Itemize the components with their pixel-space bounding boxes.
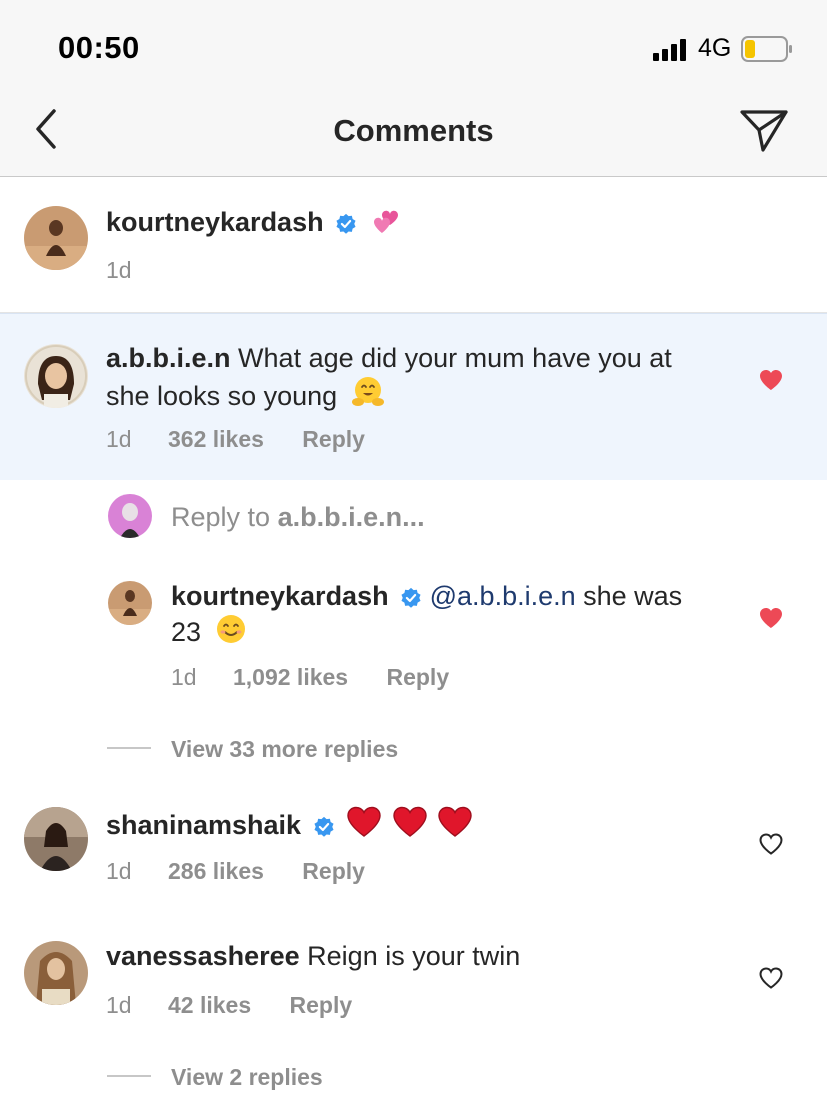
reply-text-line2: 23 [171, 617, 202, 647]
avatar[interactable] [24, 807, 88, 871]
verified-badge-icon [314, 816, 334, 837]
comment-time: 1d [106, 426, 132, 452]
comment-text-line1: What age did your mum have you at [238, 343, 672, 373]
reply-meta: 1d 1,092 likes Reply [171, 664, 449, 691]
battery-icon [741, 36, 792, 62]
comment-body: Reign is your twin [307, 941, 521, 971]
comment-text: shaninamshaik [106, 806, 473, 842]
comment-username[interactable]: shaninamshaik [106, 810, 301, 840]
reply-text-line: 23 [171, 613, 247, 649]
comment-time: 1d [106, 992, 132, 1018]
reply-to-target: a.b.b.i.e.n... [277, 502, 425, 532]
view-more-replies-link[interactable]: View 33 more replies [171, 736, 398, 762]
comment-username[interactable]: a.b.b.i.e.n [106, 343, 231, 373]
status-time: 00:50 [58, 30, 140, 65]
view-more-replies-row[interactable]: View 33 more replies [107, 736, 398, 763]
network-type: 4G [698, 34, 732, 62]
caption-text: kourtneykardash [106, 205, 403, 239]
reply-time: 1d [171, 664, 197, 690]
like-count[interactable]: 286 likes [168, 858, 264, 884]
red-heart-emoji-icon [438, 806, 472, 837]
reply-button[interactable]: Reply [302, 426, 365, 452]
heart-filled-icon[interactable] [758, 368, 784, 392]
red-heart-emoji-icon [347, 806, 381, 837]
reply-text: kourtneykardash @a.b.b.i.e.n she was [171, 580, 682, 613]
comment-meta: 1d 362 likes Reply [106, 426, 365, 453]
reply-to-prompt[interactable]: Reply to a.b.b.i.e.n... [171, 501, 425, 534]
comment-username[interactable]: vanessasheree [106, 941, 300, 971]
comment-text: a.b.b.i.e.n What age did your mum have y… [106, 342, 672, 375]
comment-text: vanessasheree Reign is your twin [106, 940, 520, 973]
avatar[interactable] [108, 581, 152, 625]
hugging-face-emoji-icon [351, 377, 384, 406]
view-replies-link[interactable]: View 2 replies [171, 1064, 323, 1090]
signal-icon [653, 39, 686, 61]
caption-time: 1d [106, 257, 132, 283]
avatar[interactable] [24, 206, 88, 270]
avatar[interactable] [24, 941, 88, 1005]
reply-button[interactable]: Reply [386, 664, 449, 690]
verified-badge-icon [401, 587, 421, 608]
view-replies-row[interactable]: View 2 replies [107, 1064, 323, 1091]
reply-username[interactable]: kourtneykardash [171, 581, 389, 611]
reply-text-line1: she was [575, 581, 683, 611]
red-heart-emoji-icon [392, 806, 427, 837]
comment-meta: 1d 286 likes Reply [106, 858, 365, 885]
like-count[interactable]: 42 likes [168, 992, 251, 1018]
caption-username[interactable]: kourtneykardash [106, 207, 324, 237]
comment-time: 1d [106, 858, 132, 884]
heart-filled-icon[interactable] [758, 606, 784, 630]
heart-outline-icon[interactable] [758, 832, 784, 856]
avatar [108, 494, 152, 538]
direct-send-icon[interactable] [738, 106, 790, 154]
reply-button[interactable]: Reply [302, 858, 365, 884]
comment-text-line2: she looks so young [106, 381, 338, 411]
comment-text-line: she looks so young [106, 375, 385, 413]
smiling-face-emoji-icon [216, 615, 245, 643]
comment-meta: 1d 42 likes Reply [106, 992, 352, 1019]
divider [107, 1075, 151, 1077]
reply-to-prefix: Reply to [171, 502, 278, 532]
verified-badge-icon [336, 213, 356, 234]
reply-button[interactable]: Reply [290, 992, 353, 1018]
page-title: Comments [333, 113, 494, 148]
mention-link[interactable]: @a.b.b.i.e.n [430, 581, 576, 611]
divider [107, 747, 151, 749]
two-hearts-emoji-icon [373, 210, 398, 233]
like-count[interactable]: 1,092 likes [233, 664, 348, 690]
heart-outline-icon[interactable] [758, 966, 784, 990]
like-count[interactable]: 362 likes [168, 426, 264, 452]
avatar[interactable] [24, 344, 88, 408]
